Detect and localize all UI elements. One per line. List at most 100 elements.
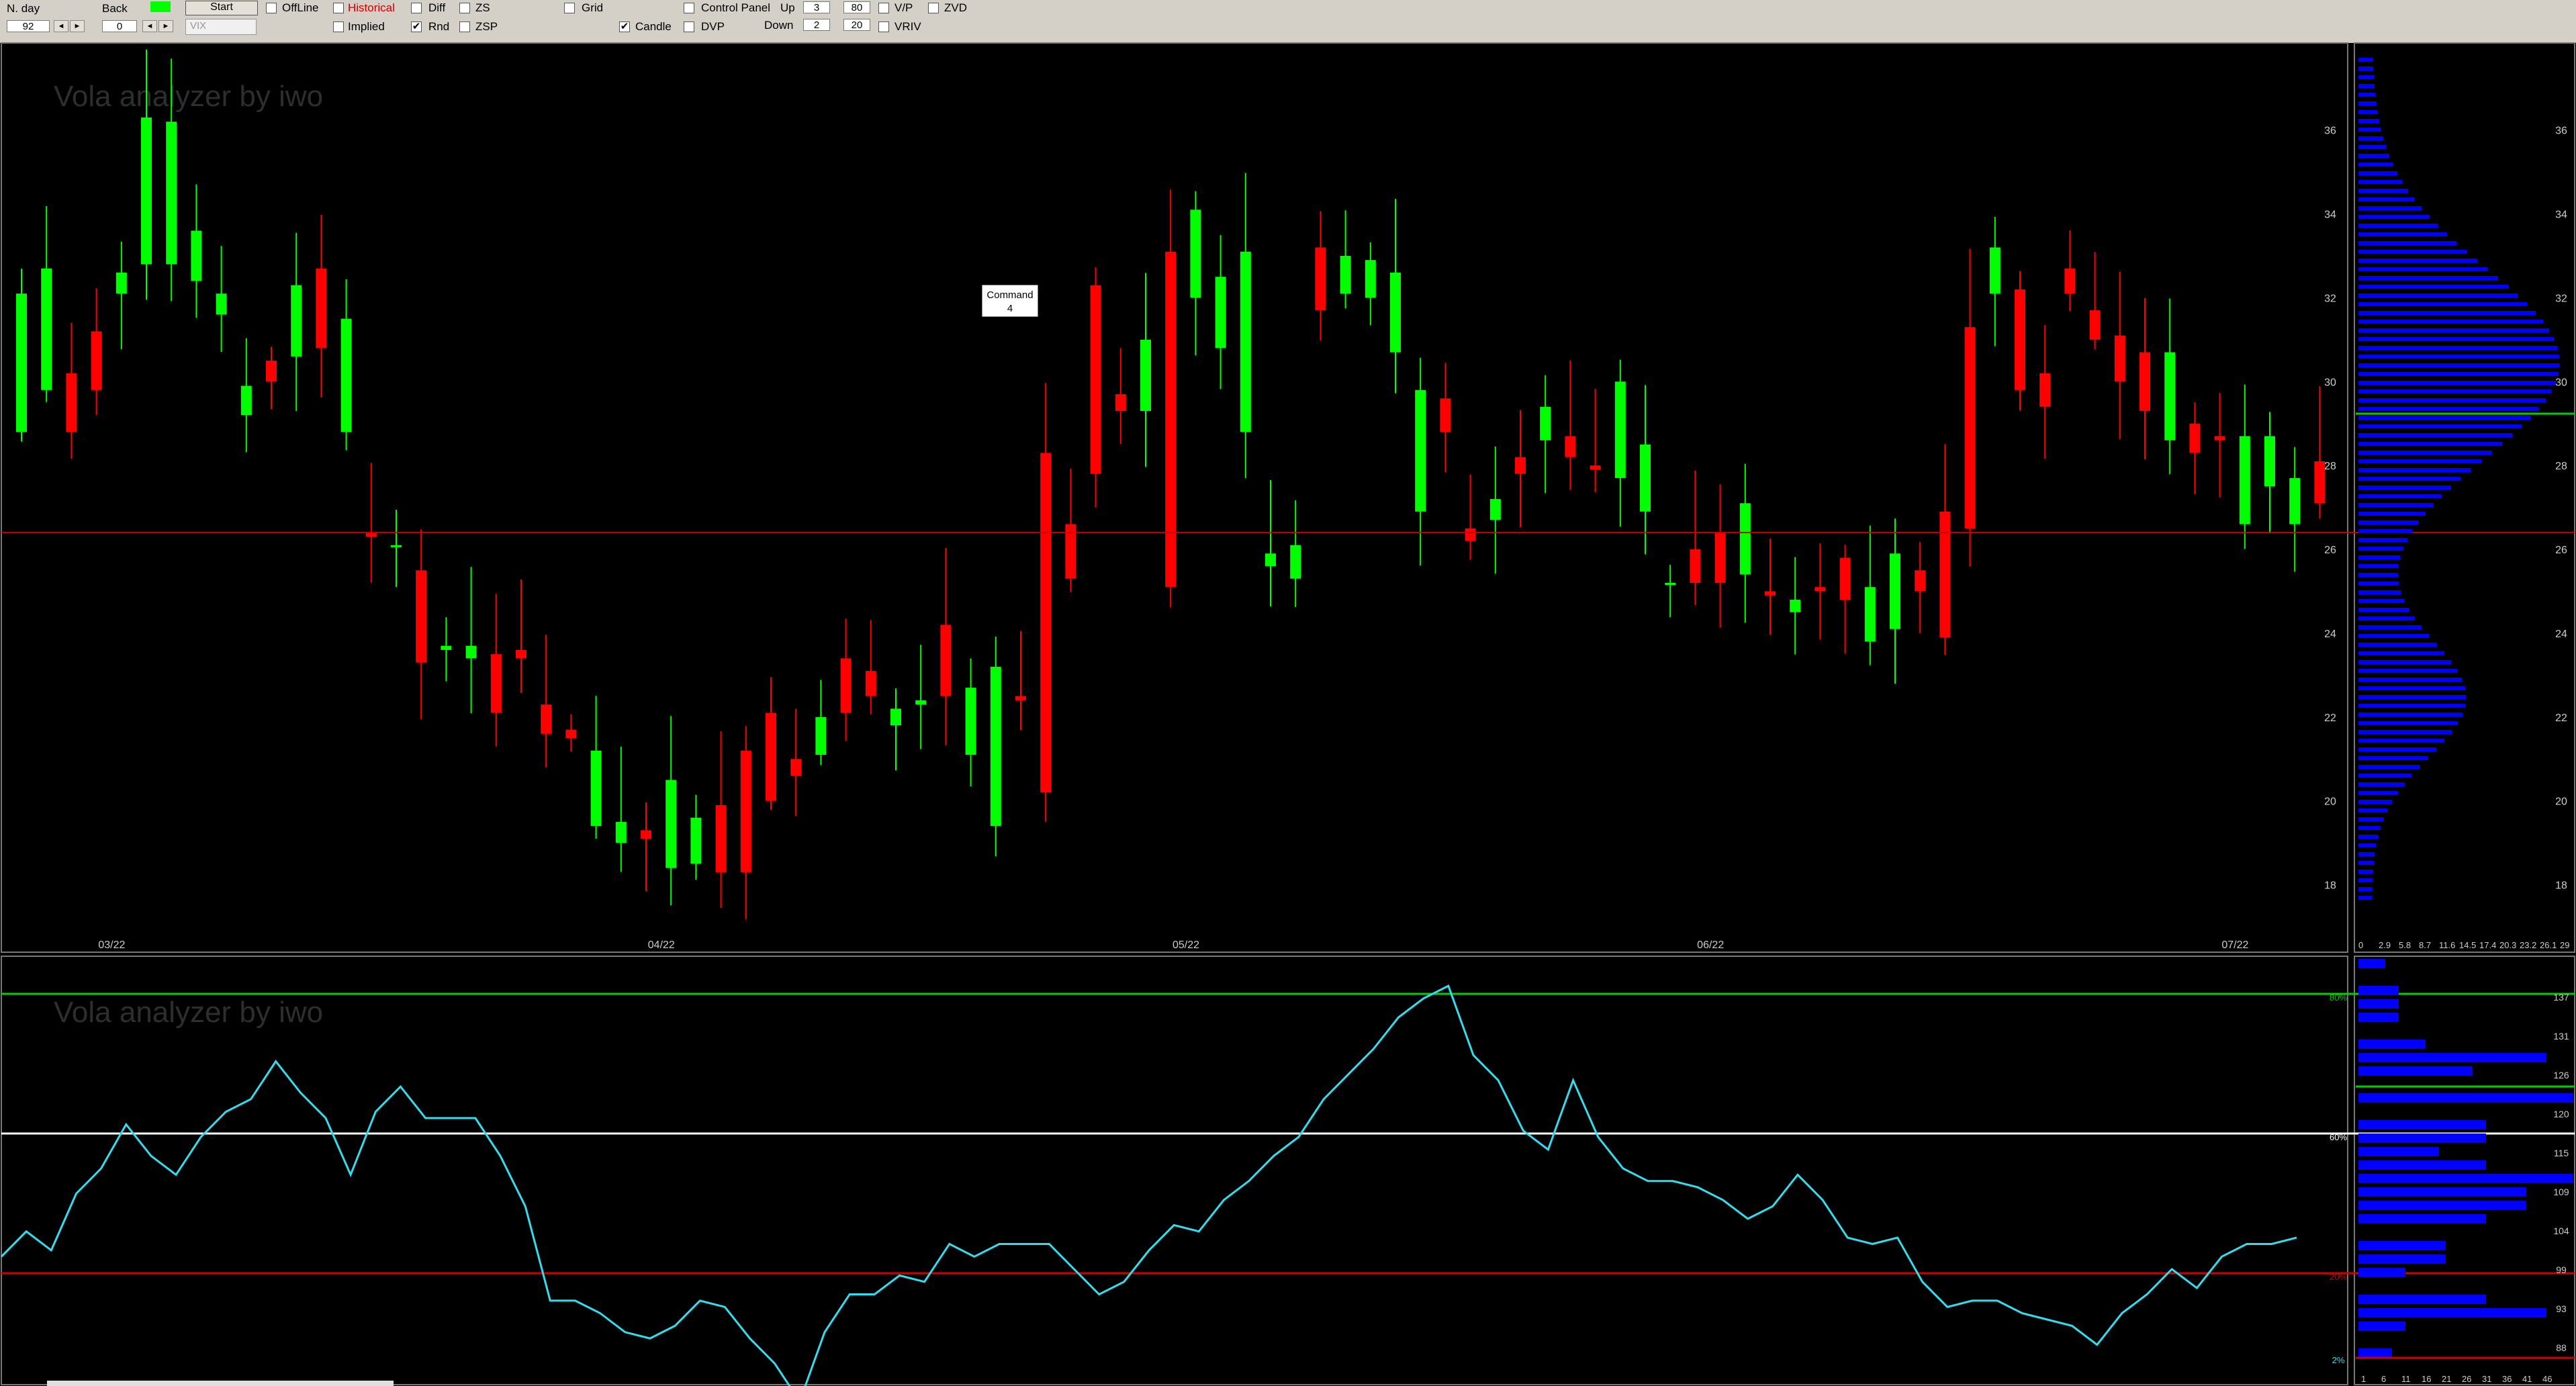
- profile-bar: [2358, 477, 2461, 481]
- candle-body: [1915, 570, 1926, 592]
- candle-body: [740, 750, 751, 872]
- profile-bar: [2358, 468, 2471, 472]
- profile-bar: [2358, 503, 2434, 507]
- price-axis-tick: 28: [2324, 461, 2336, 472]
- candle-body: [1864, 587, 1876, 642]
- date-axis-tick: 05/22: [1172, 939, 1199, 951]
- candle-body: [665, 780, 677, 868]
- profile-bar: [2358, 582, 2399, 586]
- profile-bar: [2358, 573, 2399, 577]
- profile-bar: [2358, 861, 2374, 865]
- oscillator-profile-bar: [2358, 1053, 2546, 1062]
- candle-body: [1964, 327, 1976, 528]
- oscillator-profile-x-tick: 11: [2401, 1374, 2411, 1384]
- profile-bar: [2358, 372, 2559, 376]
- watermark-top: Vola analyzer by iwo: [54, 80, 323, 113]
- candle-body: [1814, 587, 1826, 592]
- profile-bar: [2358, 564, 2399, 568]
- candle-body: [1565, 436, 1576, 457]
- oscillator-profile-bar: [2358, 1093, 2573, 1103]
- candle-body: [2089, 310, 2101, 340]
- candle-body: [815, 717, 827, 755]
- profile-bar: [2358, 678, 2463, 682]
- candle-body: [465, 645, 477, 659]
- profile-bar: [2358, 704, 2466, 708]
- profile-bar: [2358, 486, 2452, 490]
- oscillator-profile-y-tick: 104: [2553, 1226, 2569, 1236]
- profile-bar: [2358, 686, 2465, 690]
- profile-bar: [2358, 58, 2373, 62]
- profile-bar: [2358, 870, 2373, 874]
- profile-axis-tick: 34: [2555, 210, 2567, 221]
- oscillator-profile-bar: [2358, 1214, 2486, 1223]
- profile-axis-tick: 30: [2555, 377, 2567, 388]
- candle-body: [1739, 503, 1751, 575]
- oscillator-profile-bar: [2358, 1040, 2426, 1049]
- candle-body: [1989, 247, 2000, 294]
- candle-body: [990, 666, 1001, 827]
- candle-body: [1590, 465, 1601, 470]
- candle-body: [1265, 553, 1276, 567]
- candle-body: [2289, 477, 2301, 524]
- oscillator-profile-bar: [2358, 1322, 2405, 1331]
- profile-axis-tick: 32: [2555, 293, 2567, 304]
- oscillator-profile-x-tick: 1: [2361, 1374, 2366, 1384]
- profile-bar: [2358, 337, 2555, 341]
- oscillator-profile-x-tick: 46: [2542, 1374, 2552, 1384]
- oscillator-profile-x-tick: 41: [2522, 1374, 2532, 1384]
- candle-body: [2114, 335, 2125, 382]
- candle-body: [1540, 406, 1551, 441]
- profile-axis-tick: 36: [2555, 126, 2567, 137]
- profile-axis-tick: 24: [2555, 629, 2567, 640]
- chart-area: Vola analyzer by iwo Vola analyzer by iw…: [0, 42, 2575, 1386]
- profile-bar: [2358, 529, 2413, 533]
- profile-bar: [2358, 110, 2378, 114]
- oscillator-profile-x-tick: 31: [2482, 1374, 2491, 1384]
- profile-bar: [2358, 712, 2463, 717]
- candle-body: [1240, 251, 1251, 432]
- profile-bar: [2358, 739, 2445, 743]
- profile-bar: [2358, 93, 2376, 97]
- candle-body: [1489, 499, 1501, 520]
- profile-bar: [2358, 756, 2428, 760]
- horizontal-scrollbar-thumb[interactable]: [47, 1381, 394, 1386]
- profile-bar: [2358, 451, 2492, 455]
- profile-bar: [2358, 669, 2458, 673]
- profile-bar: [2358, 171, 2398, 175]
- candle-body: [790, 759, 802, 776]
- profile-bar: [2358, 232, 2448, 236]
- candle-body: [2164, 352, 2176, 441]
- profile-bar: [2358, 241, 2457, 245]
- oscillator-profile-bar: [2358, 1147, 2439, 1156]
- price-axis-tick: 18: [2324, 880, 2336, 892]
- oscillator-profile-bar: [2358, 1268, 2405, 1277]
- profile-bar: [2358, 826, 2381, 830]
- candle-body: [141, 117, 152, 265]
- profile-bar: [2358, 433, 2513, 437]
- candle-body: [316, 268, 327, 349]
- candle-body: [590, 750, 602, 827]
- profile-bar: [2358, 817, 2384, 821]
- candle-body: [166, 122, 177, 265]
- profile-bar: [2358, 608, 2409, 612]
- candle-body: [1665, 583, 1676, 585]
- oscillator-profile-y-tick: 109: [2553, 1187, 2569, 1197]
- oscillator-profile-bar: [2358, 1308, 2546, 1318]
- profile-bar: [2358, 494, 2442, 498]
- oscillator-profile-bar: [2358, 1120, 2486, 1129]
- oscillator-profile-y-tick: 131: [2553, 1031, 2569, 1042]
- profile-bar: [2358, 320, 2544, 324]
- tooltip-line1: Command: [986, 289, 1033, 301]
- candle-body: [915, 700, 927, 705]
- profile-bar: [2358, 128, 2381, 132]
- candle-body: [1614, 381, 1626, 478]
- profile-bar: [2358, 747, 2437, 751]
- oscillator-profile-bar: [2358, 1201, 2526, 1210]
- profile-bar: [2358, 896, 2373, 900]
- candle-body: [240, 385, 252, 416]
- candle-body: [541, 704, 552, 734]
- candle-body: [416, 570, 427, 663]
- profile-bar: [2358, 66, 2374, 71]
- profile-axis-tick: 18: [2555, 880, 2567, 892]
- profile-bar: [2358, 267, 2488, 271]
